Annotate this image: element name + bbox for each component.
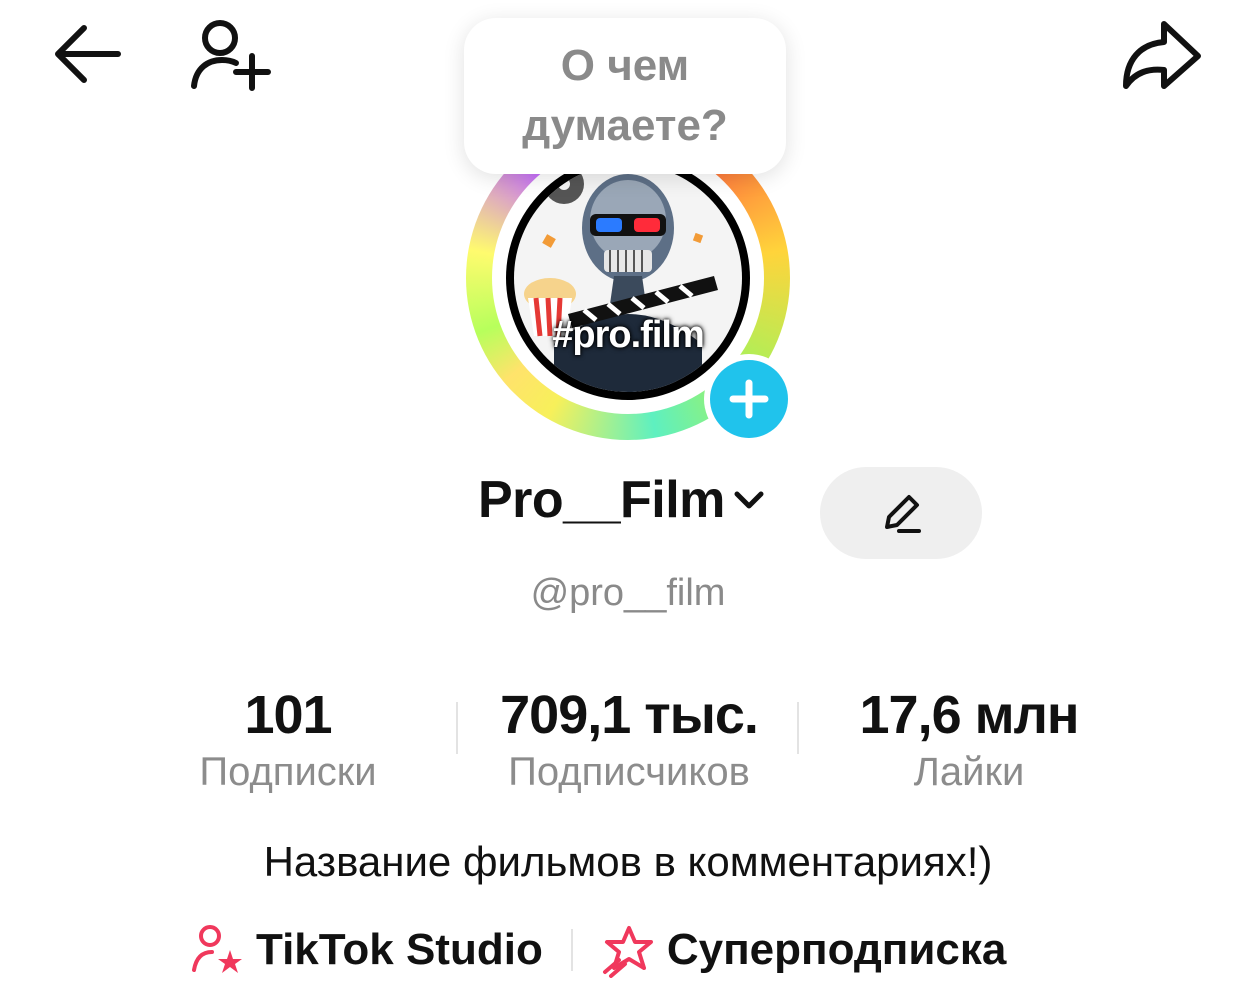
- avatar-image: #pro.film: [506, 156, 750, 400]
- share-arrow-icon: [1123, 21, 1201, 89]
- person-plus-icon: [191, 20, 271, 91]
- stats-divider: [456, 702, 458, 754]
- super-subscription-label: Суперподписка: [666, 925, 1007, 974]
- add-story-button[interactable]: [704, 354, 794, 444]
- person-star-icon: [192, 925, 242, 973]
- bio-text: Название фильмов в комментариях!): [263, 838, 993, 885]
- plus-icon: [729, 379, 769, 419]
- username-row[interactable]: Pro__Film: [478, 470, 767, 530]
- stats-row: 101 Подписки 709,1 тыс. Подписчиков 17,6…: [0, 684, 1256, 804]
- followers-label: Подписчиков: [508, 750, 750, 794]
- chevron-down-icon[interactable]: [731, 482, 767, 518]
- links-divider: [570, 929, 573, 971]
- stat-likes[interactable]: 17,6 млн Лайки: [840, 684, 1098, 798]
- share-button[interactable]: [1118, 16, 1204, 96]
- stats-divider: [797, 702, 799, 754]
- back-button[interactable]: [50, 20, 126, 90]
- tiktok-studio-label: TikTok Studio: [256, 925, 543, 974]
- following-count: 101: [244, 685, 332, 745]
- profile-links: TikTok Studio Суперподписка: [190, 918, 1006, 982]
- stat-followers[interactable]: 709,1 тыс. Подписчиков: [478, 684, 780, 798]
- arrow-left-icon: [55, 25, 121, 83]
- super-subscription-link[interactable]: Суперподписка: [599, 922, 1007, 978]
- profile-page: #pro.film О чем думаете? Pro__Film @pro_…: [0, 0, 1256, 993]
- stat-following[interactable]: 101 Подписки: [178, 684, 398, 798]
- pencil-icon: [885, 495, 921, 533]
- star-badge-icon: [602, 926, 653, 978]
- username: Pro__Film: [478, 471, 725, 529]
- edit-profile-button[interactable]: [820, 467, 982, 559]
- thought-bubble[interactable]: О чем думаете?: [464, 18, 786, 174]
- likes-label: Лайки: [913, 750, 1025, 794]
- add-friend-button[interactable]: [182, 16, 274, 96]
- thought-bubble-text: О чем думаете?: [522, 41, 728, 150]
- following-label: Подписки: [199, 750, 377, 794]
- avatar-label: #pro.film: [552, 314, 704, 356]
- user-handle: @pro__film: [530, 572, 726, 614]
- likes-count: 17,6 млн: [859, 685, 1080, 745]
- robot-skull-illustration: [524, 164, 718, 392]
- followers-count: 709,1 тыс.: [500, 685, 759, 745]
- tiktok-studio-link[interactable]: TikTok Studio: [190, 922, 543, 978]
